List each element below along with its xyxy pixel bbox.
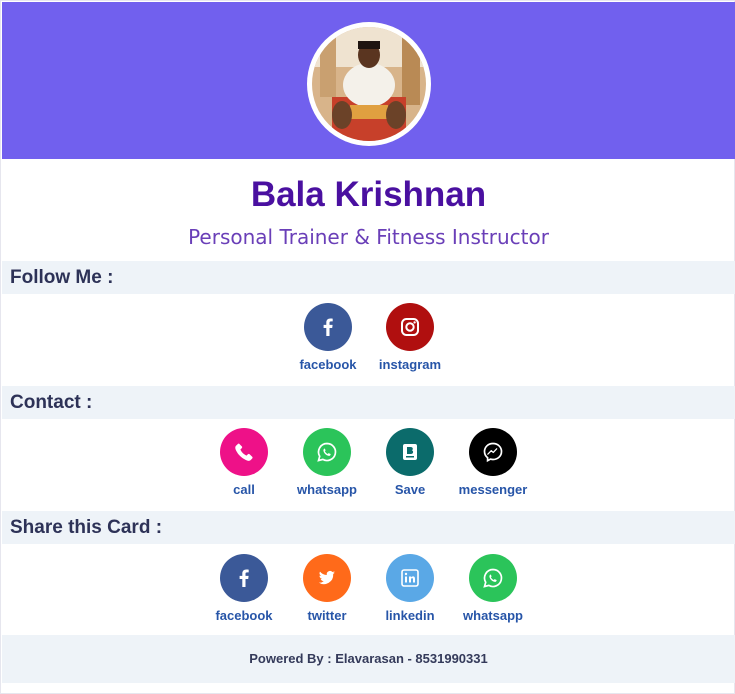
- facebook-icon: [304, 303, 352, 351]
- contact-section-header: Contact :: [2, 386, 735, 419]
- follow-heading: Follow Me :: [10, 267, 114, 288]
- contact-messenger-button[interactable]: messenger: [451, 428, 535, 508]
- contact-save-button[interactable]: Save: [368, 428, 452, 508]
- share-whatsapp-button[interactable]: whatsapp: [451, 554, 535, 634]
- messenger-icon: [469, 428, 517, 476]
- whatsapp-icon: [469, 554, 517, 602]
- profile-title: Personal Trainer & Fitness Instructor: [188, 225, 549, 249]
- share-linkedin-button[interactable]: linkedin: [368, 554, 452, 634]
- linkedin-icon: [386, 554, 434, 602]
- share-section-header: Share this Card :: [2, 511, 735, 544]
- share-heading: Share this Card :: [10, 517, 163, 538]
- contact-messenger-label: messenger: [458, 482, 528, 497]
- business-card: Bala Krishnan Personal Trainer & Fitness…: [0, 0, 735, 694]
- whatsapp-icon: [303, 428, 351, 476]
- contact-card-icon: [386, 428, 434, 476]
- twitter-icon: [303, 554, 351, 602]
- profile-photo: [312, 27, 426, 141]
- follow-instagram-button[interactable]: instagram: [368, 303, 452, 383]
- avatar: [312, 27, 426, 141]
- contact-heading: Contact :: [10, 392, 93, 413]
- follow-section-header: Follow Me :: [2, 261, 735, 294]
- avatar-ring: [307, 22, 431, 146]
- contact-whatsapp-button[interactable]: whatsapp: [285, 428, 369, 508]
- follow-instagram-label: instagram: [378, 357, 442, 372]
- footer-credit: Powered By : Elavarasan - 8531990331: [249, 651, 488, 666]
- facebook-icon: [220, 554, 268, 602]
- profile-header: [2, 2, 735, 159]
- phone-icon: [220, 428, 268, 476]
- share-twitter-button[interactable]: twitter: [285, 554, 369, 634]
- contact-call-button[interactable]: call: [202, 428, 286, 508]
- share-whatsapp-label: whatsapp: [463, 608, 523, 623]
- share-facebook-button[interactable]: facebook: [202, 554, 286, 634]
- instagram-icon: [386, 303, 434, 351]
- profile-name: Bala Krishnan: [250, 175, 487, 214]
- footer: Powered By : Elavarasan - 8531990331: [2, 635, 735, 683]
